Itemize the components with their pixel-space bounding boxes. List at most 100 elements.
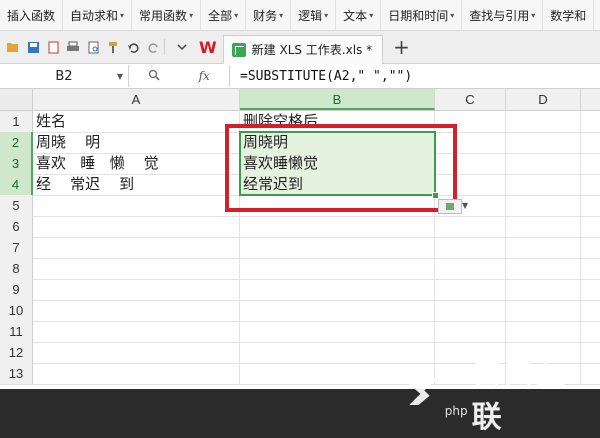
cell[interactable]: [506, 258, 581, 279]
row-header[interactable]: 11: [0, 321, 33, 342]
cell[interactable]: [240, 216, 435, 237]
name-box[interactable]: B2 ▼: [0, 65, 129, 87]
print-icon[interactable]: [66, 40, 80, 54]
cell[interactable]: [240, 300, 435, 321]
cell[interactable]: [240, 237, 435, 258]
cell[interactable]: [435, 279, 506, 300]
cell[interactable]: [506, 195, 581, 216]
row-header[interactable]: 3: [0, 153, 33, 174]
table-row: 7: [0, 237, 600, 259]
cell[interactable]: [33, 237, 240, 258]
chevron-down-icon[interactable]: ▼: [117, 72, 123, 81]
cell[interactable]: [435, 216, 506, 237]
document-tab[interactable]: 新建 XLS 工作表.xls *: [222, 34, 384, 64]
cell[interactable]: [240, 279, 435, 300]
new-tab-button[interactable]: +: [393, 37, 410, 57]
row-header[interactable]: 10: [0, 300, 33, 321]
column-header-a[interactable]: A: [33, 89, 240, 110]
row-header[interactable]: 7: [0, 237, 33, 258]
function-ribbon: 插入函数 自动求和 ▾ 常用函数 ▾ 全部 ▾ 财务 ▾ 逻辑 ▾ 文本 ▾ 日期和时间 ▾ …: [0, 0, 600, 31]
cell[interactable]: [435, 300, 506, 321]
cell-a4[interactable]: 经 常迟 到: [33, 174, 240, 195]
caret-down-icon: ▾: [531, 10, 536, 20]
ribbon-item-label: 插入函数: [7, 8, 56, 23]
cell[interactable]: [33, 195, 240, 216]
chevron-down-icon[interactable]: [175, 40, 189, 54]
table-row: 9: [0, 279, 600, 301]
cell-a3[interactable]: 喜欢 睡 懒 觉: [33, 153, 240, 174]
table-row: 11: [0, 321, 600, 343]
row-header[interactable]: 2: [0, 132, 33, 153]
cell[interactable]: [506, 279, 581, 300]
ribbon-date-time[interactable]: 日期和时间 ▾: [381, 0, 463, 30]
row-header[interactable]: 4: [0, 174, 33, 195]
cell[interactable]: [506, 300, 581, 321]
cell-a1[interactable]: 姓名: [33, 111, 240, 132]
cell[interactable]: [435, 321, 506, 342]
cell[interactable]: [33, 363, 240, 384]
undo-icon[interactable]: [126, 40, 140, 54]
cell[interactable]: [435, 258, 506, 279]
row-header[interactable]: 5: [0, 195, 33, 216]
redo-icon[interactable]: [146, 40, 160, 54]
save-icon[interactable]: [26, 40, 40, 54]
select-all-corner[interactable]: [0, 89, 33, 110]
row-header[interactable]: 9: [0, 279, 33, 300]
ribbon-financial[interactable]: 财务 ▾: [246, 0, 292, 30]
ribbon-math[interactable]: 数学和: [543, 0, 595, 30]
fx-icon[interactable]: fx: [199, 69, 210, 83]
document-tab-label: 新建 XLS 工作表.xls *: [251, 43, 373, 57]
cell-d1[interactable]: [506, 111, 581, 132]
row-header[interactable]: 1: [0, 111, 33, 132]
cell-d4[interactable]: [506, 174, 581, 195]
ribbon-text[interactable]: 文本 ▾: [336, 0, 382, 30]
cell[interactable]: [33, 216, 240, 237]
cell[interactable]: [33, 258, 240, 279]
caret-down-icon: ▾: [234, 10, 239, 20]
row-header[interactable]: 8: [0, 258, 33, 279]
formula-bar: B2 ▼ fx =SUBSTITUTE(A2," ",""): [0, 64, 600, 89]
column-header-b[interactable]: B: [240, 89, 435, 110]
spreadsheet-grid: A B C D 1 姓名 删除空格后 2 周晓 明 周晓明 3 喜欢 睡 懒 觉…: [0, 89, 600, 389]
cell[interactable]: [33, 342, 240, 363]
format-painter-icon[interactable]: [106, 40, 120, 54]
cell[interactable]: [435, 237, 506, 258]
ribbon-common-functions[interactable]: 常用函数 ▾: [132, 0, 202, 30]
table-row: 10: [0, 300, 600, 322]
ribbon-logical[interactable]: 逻辑 ▾: [291, 0, 337, 30]
caret-down-icon[interactable]: ▼: [462, 201, 468, 210]
formula-input[interactable]: =SUBSTITUTE(A2," ",""): [230, 69, 412, 84]
cell-d3[interactable]: [506, 153, 581, 174]
cell-a2[interactable]: 周晓 明: [33, 132, 240, 153]
ribbon-insert-function[interactable]: 插入函数: [0, 0, 64, 30]
cell[interactable]: [33, 279, 240, 300]
zoom-icon[interactable]: [148, 69, 160, 84]
ribbon-lookup[interactable]: 查找与引用 ▾: [462, 0, 544, 30]
caret-down-icon: ▾: [450, 10, 455, 20]
cell[interactable]: [240, 321, 435, 342]
watermark: php 自由互联: [400, 352, 590, 435]
caret-down-icon: ▾: [324, 10, 329, 20]
ribbon-autosum[interactable]: 自动求和 ▾: [63, 0, 133, 30]
caret-down-icon: ▾: [279, 10, 284, 20]
clipboard-icon: [446, 203, 454, 210]
wps-logo[interactable]: W: [199, 38, 217, 57]
cell[interactable]: [506, 216, 581, 237]
row-header[interactable]: 13: [0, 363, 33, 384]
cell[interactable]: [33, 300, 240, 321]
print-preview-icon[interactable]: [86, 40, 100, 54]
quick-access-toolbar: W 新建 XLS 工作表.xls * +: [0, 31, 600, 64]
cell[interactable]: [506, 321, 581, 342]
row-header[interactable]: 6: [0, 216, 33, 237]
cell[interactable]: [33, 321, 240, 342]
paste-options-button[interactable]: [438, 199, 462, 214]
row-header[interactable]: 12: [0, 342, 33, 363]
cell[interactable]: [506, 237, 581, 258]
cell[interactable]: [240, 258, 435, 279]
ribbon-all[interactable]: 全部 ▾: [201, 0, 247, 30]
cell-d2[interactable]: [506, 132, 581, 153]
column-header-c[interactable]: C: [435, 89, 506, 110]
column-header-d[interactable]: D: [506, 89, 581, 110]
export-pdf-icon[interactable]: [46, 40, 60, 54]
open-folder-icon[interactable]: [6, 40, 20, 54]
